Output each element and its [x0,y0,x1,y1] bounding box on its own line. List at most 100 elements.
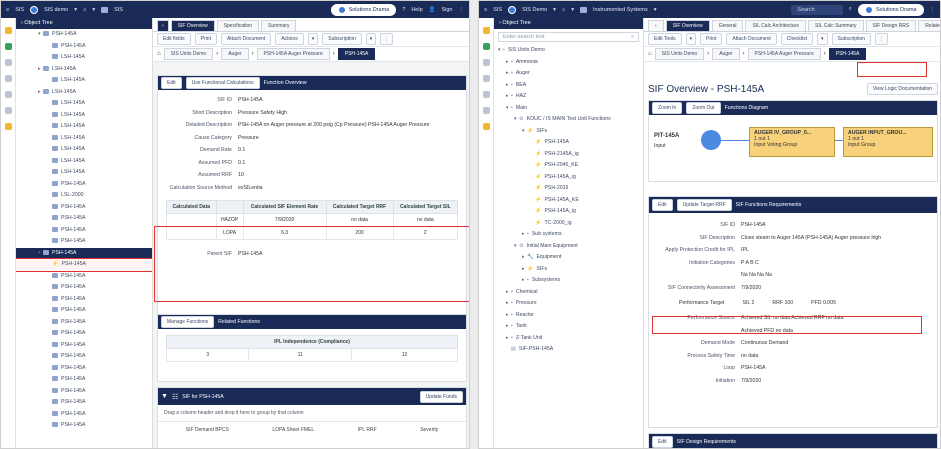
tab-prev-icon[interactable]: ‹ [157,20,169,31]
search-icon[interactable]: ⌕ [631,34,634,41]
tree-item[interactable]: ▸ ▪ Subsystems [494,275,643,287]
tab-item[interactable]: Related [918,20,940,31]
menu-icon[interactable]: ≡ [6,7,9,13]
tree-item[interactable]: PSH-145A [16,328,152,340]
tree-item[interactable]: PSH-145A [16,386,152,398]
tree-item[interactable]: ▸ ▪ Auger [494,68,643,80]
tree-item[interactable]: PSH-145A [16,317,152,329]
tab-prev-icon[interactable]: ‹ [648,20,664,31]
tree-item[interactable]: ▤ SIF-PSH-145A [494,344,643,356]
collapse-icon[interactable]: › [499,20,501,26]
tree-item[interactable]: ▸ ⚡ SIFs [494,264,643,276]
tree-item[interactable]: ⚡ PSH-145A_ig [494,172,643,184]
calculations-button[interactable]: Use Functional Calculations [185,77,260,89]
tree-item[interactable]: ▸ ▪ Z-Tank Unit [494,333,643,345]
tree-item[interactable]: ▸ ▪ Chemical [494,287,643,299]
menu-icon[interactable]: ≡ [484,7,487,13]
tab-item[interactable]: SIL Calc Summary [808,20,864,31]
tree-item[interactable]: ▾ ▪ SIS Units Demo [494,45,643,57]
doc-nav-icon[interactable] [482,75,490,82]
edit-button[interactable]: Edit Tools [648,33,682,45]
grid-column-header[interactable]: IPL RRF [358,427,377,433]
home-icon[interactable]: ⌂ [562,7,565,13]
tree-item[interactable]: ▸ ▪ Sub systems [494,229,643,241]
tree-item[interactable]: LSH-145A [16,133,152,145]
zoom-in-button[interactable]: Zoom In [652,102,683,114]
home-icon[interactable]: ⌂ [83,7,86,13]
tree-item[interactable]: LSH-145A [16,156,152,168]
chevron-down-icon[interactable]: ▾ [553,7,556,13]
breadcrumb-item[interactable]: PSH-145A Auger Pressure [256,48,330,60]
tree-item[interactable]: ⚡ PSH-145A [494,137,643,149]
tree-item[interactable]: PSH-145A [16,271,152,283]
user-menu[interactable]: Sign [441,7,452,13]
chevron-down-icon[interactable]: ▾ [571,7,574,13]
collapse-icon[interactable]: › [21,20,23,26]
tree-item[interactable]: PSH-145A [16,409,152,421]
tree-item[interactable]: PSH-145A [16,374,152,386]
app-menu[interactable]: SIS [493,7,502,13]
help-link[interactable]: Help [411,7,422,13]
tree-item[interactable]: ▸ LSH-145A [16,64,152,76]
tab-item[interactable]: Summary [261,20,297,31]
voting-group-node[interactable]: AUGER IV_GROUP_0... 1 out 1 Input Voting… [749,127,835,157]
tree-item[interactable]: PSH-145A [16,420,152,432]
dropdown-icon[interactable]: ▾ [307,33,319,45]
more-nav-icon[interactable] [482,107,490,114]
tree-item[interactable]: PSH-145A [16,236,152,248]
folder-nav-icon[interactable] [482,27,490,34]
tab-item[interactable]: Specification [216,20,260,31]
attach-document-button[interactable]: Attach Document [220,33,272,45]
more-menu-icon[interactable]: ⋮ [930,7,936,13]
tree-item[interactable]: ⚡ PSH-2145A_ig [494,149,643,161]
edit-button[interactable]: Edit [652,199,673,211]
tab-item[interactable]: SIF Overview [170,20,215,31]
dropdown-icon[interactable]: ▾ [817,33,828,45]
tree-item[interactable]: ▸ ▪ Pressure [494,298,643,310]
input-group-node[interactable]: AUGER INPUT_GROU... 1 out 1 Input Group [843,127,933,157]
tree-item[interactable]: ⚡ PSH-145A_ig [494,206,643,218]
tree-item[interactable]: PSH-145A [16,294,152,306]
doc-nav-icon[interactable] [4,75,12,82]
project-selector[interactable]: SIS demo [44,7,68,13]
manage-functions-button[interactable]: Manage Functions [161,316,215,328]
more-icon[interactable]: ⋮ [380,33,394,45]
checklist-button[interactable]: Checklist [780,33,814,45]
star-nav-icon[interactable] [482,123,490,130]
user-icon[interactable]: 👤 [429,7,436,13]
home-icon[interactable]: ⌂ [157,51,161,57]
grid-column-header[interactable]: SIF Demand BPCS [186,427,229,433]
tree-item[interactable]: ▸ ▪ Ammonia [494,57,643,69]
breadcrumb-item[interactable]: SIS Units Demo [654,48,705,60]
grid-column-header[interactable]: Severity [420,427,438,433]
tree-item[interactable]: ▸ ▪ BEA [494,80,643,92]
actions-button[interactable]: Actions [275,33,304,45]
tree-item[interactable]: PSH-145A [16,202,152,214]
breadcrumb-item[interactable]: Auger [712,48,740,60]
tree-item[interactable]: ▾ ⚙ Initial Main Equipment [494,241,643,253]
search-icon[interactable]: ⌕ [849,6,852,13]
tree-item[interactable]: PSH-145A [16,340,152,352]
tree-item[interactable]: LSL-2000 [16,190,152,202]
tree-item[interactable]: ⚡ PSH-145A [16,258,152,272]
tree-item[interactable]: PSH-145A [16,225,152,237]
tree-item[interactable]: ▸ ▪ Tank [494,321,643,333]
settings-nav-icon[interactable] [482,91,490,98]
search-nav-icon[interactable] [482,59,490,66]
input-node[interactable] [701,130,721,150]
tree-item[interactable]: ▾ PSH-145A [16,247,152,259]
breadcrumb-item[interactable]: Auger [221,48,249,60]
tree-item[interactable]: ⚡ PSH-2016 [494,183,643,195]
tree-item[interactable]: PSH-145A [16,213,152,225]
tree-search-input[interactable]: Enter search text ⌕ [498,32,639,42]
tree-item[interactable]: ▸ 🔧 Equipment [494,252,643,264]
tree-item[interactable]: PSH-145A [16,179,152,191]
brand-pill[interactable]: Solutions Drama [857,3,924,16]
tree-item[interactable]: ▾ ⚡ SIFs [494,126,643,138]
tab-item[interactable]: SIF Overview [665,20,710,31]
tree-item[interactable]: LSH-145A [16,121,152,133]
tree-item[interactable]: LSH-145A [16,144,152,156]
tree-item[interactable]: PSH-145A [16,305,152,317]
tree-item[interactable]: ▾ ⚙ KOUC / IS MAIN Test Unit Functions [494,114,643,126]
unit-selector[interactable]: SIS [114,7,123,13]
